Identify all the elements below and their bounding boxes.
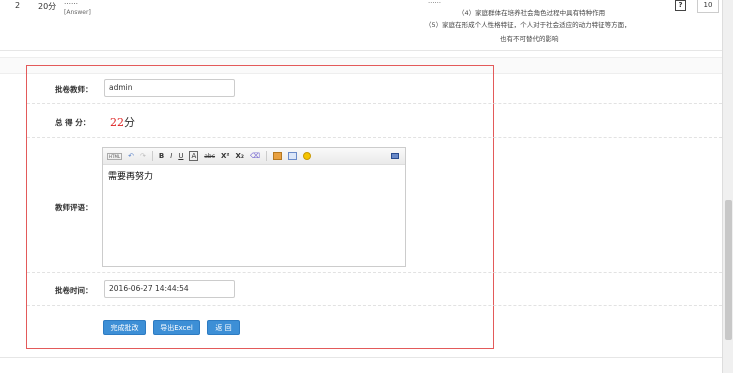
editor-toolbar: HTML ↶ ↷ B I U A abc X² X₂ ⌫ [103, 148, 405, 165]
vertical-scrollbar[interactable] [722, 0, 733, 373]
finish-grading-button[interactable]: 完成批改 [103, 320, 146, 335]
emoticon-icon[interactable] [302, 152, 311, 160]
answer-tag: [Answer] [64, 9, 91, 16]
html-source-icon[interactable]: HTML [107, 152, 123, 160]
row-divider [27, 272, 727, 273]
answer-line-1: …… [428, 0, 441, 5]
teacher-label: 批卷教师： [55, 85, 93, 94]
page-divider [0, 357, 722, 358]
comment-editor[interactable]: HTML ↶ ↷ B I U A abc X² X₂ ⌫ 需要再努力 [102, 147, 406, 267]
editor-content[interactable]: 需要再努力 [103, 165, 405, 186]
redo-icon[interactable]: ↷ [140, 152, 146, 160]
row-divider [27, 103, 727, 104]
teacher-input[interactable]: admin [104, 79, 235, 97]
total-score: 22分 [110, 114, 135, 130]
answer-line-3: （5）家庭在形成个人性格特征，个人对于社会适应的动力特征等方面， [425, 21, 631, 29]
question-text: …… [64, 0, 78, 6]
question-row: 2 20分 …… [Answer] …… （4）家庭群体在培养社会角色过程中具有… [0, 0, 722, 51]
comment-label: 教师评语： [55, 203, 93, 212]
answer-line-2: （4）家庭群体在培养社会角色过程中具有特种作用 [458, 9, 606, 17]
superscript-icon[interactable]: X² [221, 152, 229, 160]
fullscreen-icon[interactable] [391, 153, 399, 159]
row-divider [27, 137, 727, 138]
insert-image-icon[interactable] [272, 152, 282, 160]
bold-icon[interactable]: B [159, 152, 164, 160]
italic-icon[interactable]: I [170, 152, 172, 160]
help-icon[interactable]: ? [675, 0, 686, 11]
subscript-icon[interactable]: X₂ [236, 152, 244, 160]
row-divider [27, 305, 727, 306]
total-score-label: 总 得 分： [55, 118, 91, 127]
insert-table-icon[interactable] [287, 152, 297, 160]
toolbar-divider [265, 151, 267, 161]
grading-time-input[interactable]: 2016-06-27 14:44:54 [104, 280, 235, 298]
total-score-unit: 分 [124, 116, 135, 129]
answer-line-4: 也有不可替代的影响 [500, 35, 559, 43]
export-excel-button[interactable]: 导出Excel [153, 320, 200, 335]
font-color-icon[interactable]: A [189, 151, 199, 161]
total-score-value: 22 [110, 116, 124, 129]
strikethrough-icon[interactable]: abc [204, 153, 215, 160]
scrollbar-thumb[interactable] [725, 200, 732, 340]
question-score: 20分 [38, 2, 57, 11]
toolbar-divider [151, 151, 153, 161]
question-score-input[interactable]: 10 [697, 0, 719, 13]
eraser-icon[interactable]: ⌫ [250, 152, 260, 160]
grading-time-label: 批卷时间： [55, 286, 93, 295]
back-button[interactable]: 返 回 [207, 320, 240, 335]
question-number: 2 [15, 1, 21, 10]
underline-icon[interactable]: U [178, 152, 183, 160]
undo-icon[interactable]: ↶ [128, 152, 134, 160]
